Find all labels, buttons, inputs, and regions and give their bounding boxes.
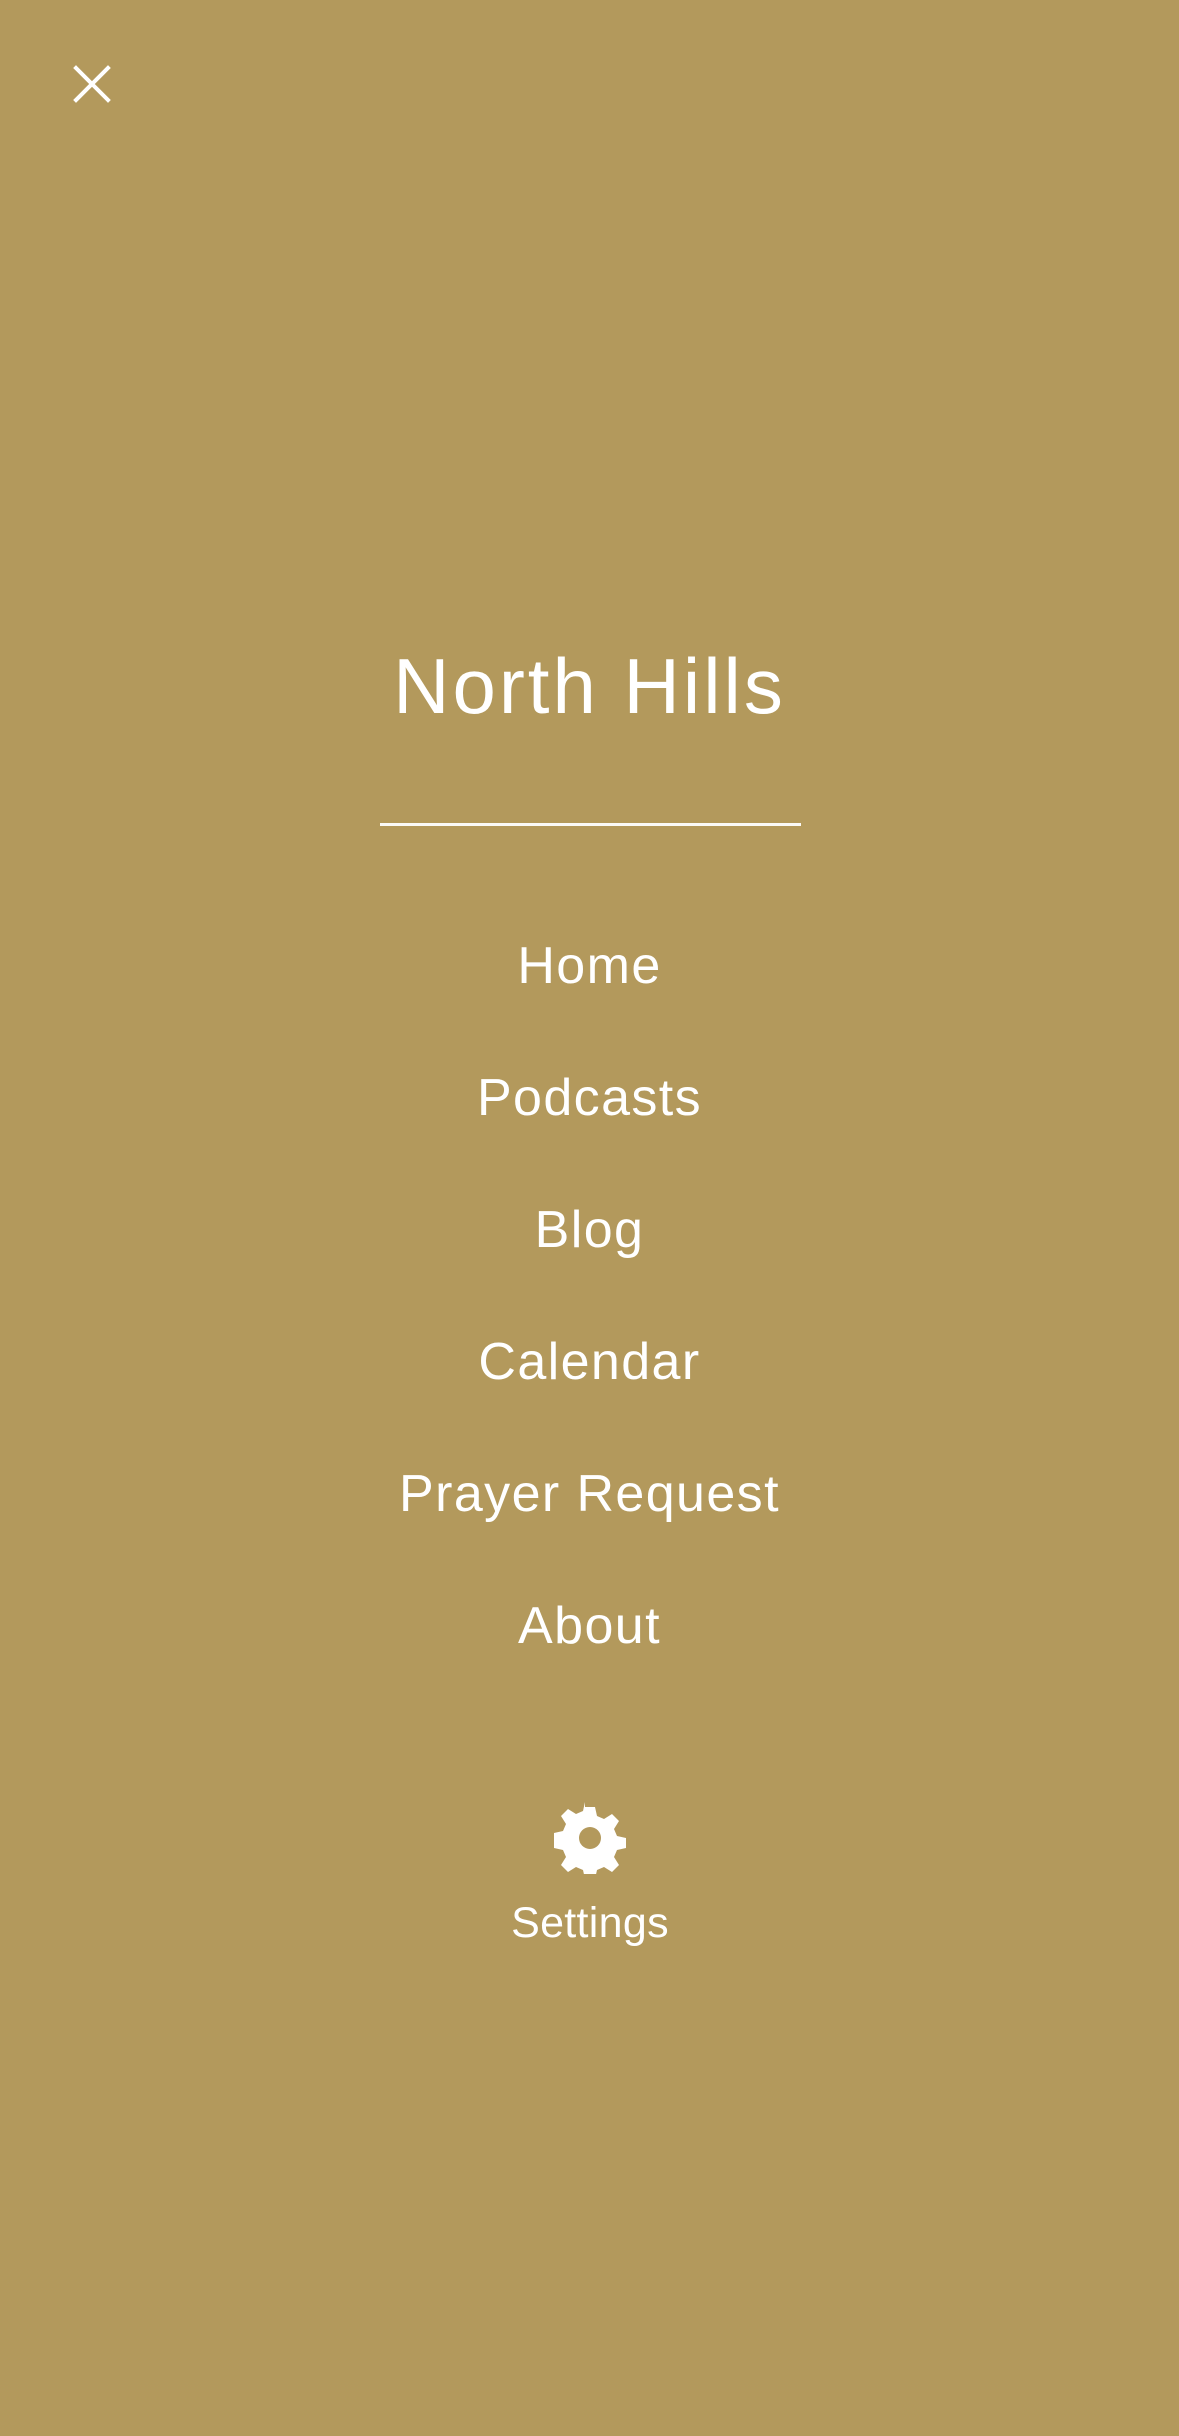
- gear-icon: [554, 1802, 626, 1874]
- menu-item-prayer-request[interactable]: Prayer Request: [0, 1428, 1179, 1560]
- menu-item-label: Prayer Request: [399, 1465, 780, 1523]
- brand-title: North Hills: [393, 642, 786, 730]
- close-button[interactable]: [58, 50, 126, 118]
- menu-item-about[interactable]: About: [0, 1560, 1179, 1692]
- title-divider: [380, 823, 801, 826]
- settings-button[interactable]: Settings: [460, 1790, 720, 1970]
- menu-item-label: Calendar: [478, 1333, 701, 1391]
- settings-label: Settings: [511, 1899, 669, 1947]
- navigation-drawer: North Hills Home Podcasts Blog Calendar …: [0, 0, 1179, 2436]
- navigation-menu: Home Podcasts Blog Calendar Prayer Reque…: [0, 900, 1179, 1692]
- menu-item-label: Blog: [534, 1201, 645, 1259]
- close-icon: [68, 60, 116, 108]
- menu-item-blog[interactable]: Blog: [0, 1164, 1179, 1296]
- menu-item-label: Podcasts: [476, 1069, 703, 1127]
- menu-item-home[interactable]: Home: [0, 900, 1179, 1032]
- menu-item-label: About: [518, 1597, 661, 1655]
- menu-item-podcasts[interactable]: Podcasts: [0, 1032, 1179, 1164]
- menu-item-calendar[interactable]: Calendar: [0, 1296, 1179, 1428]
- menu-item-label: Home: [517, 937, 662, 995]
